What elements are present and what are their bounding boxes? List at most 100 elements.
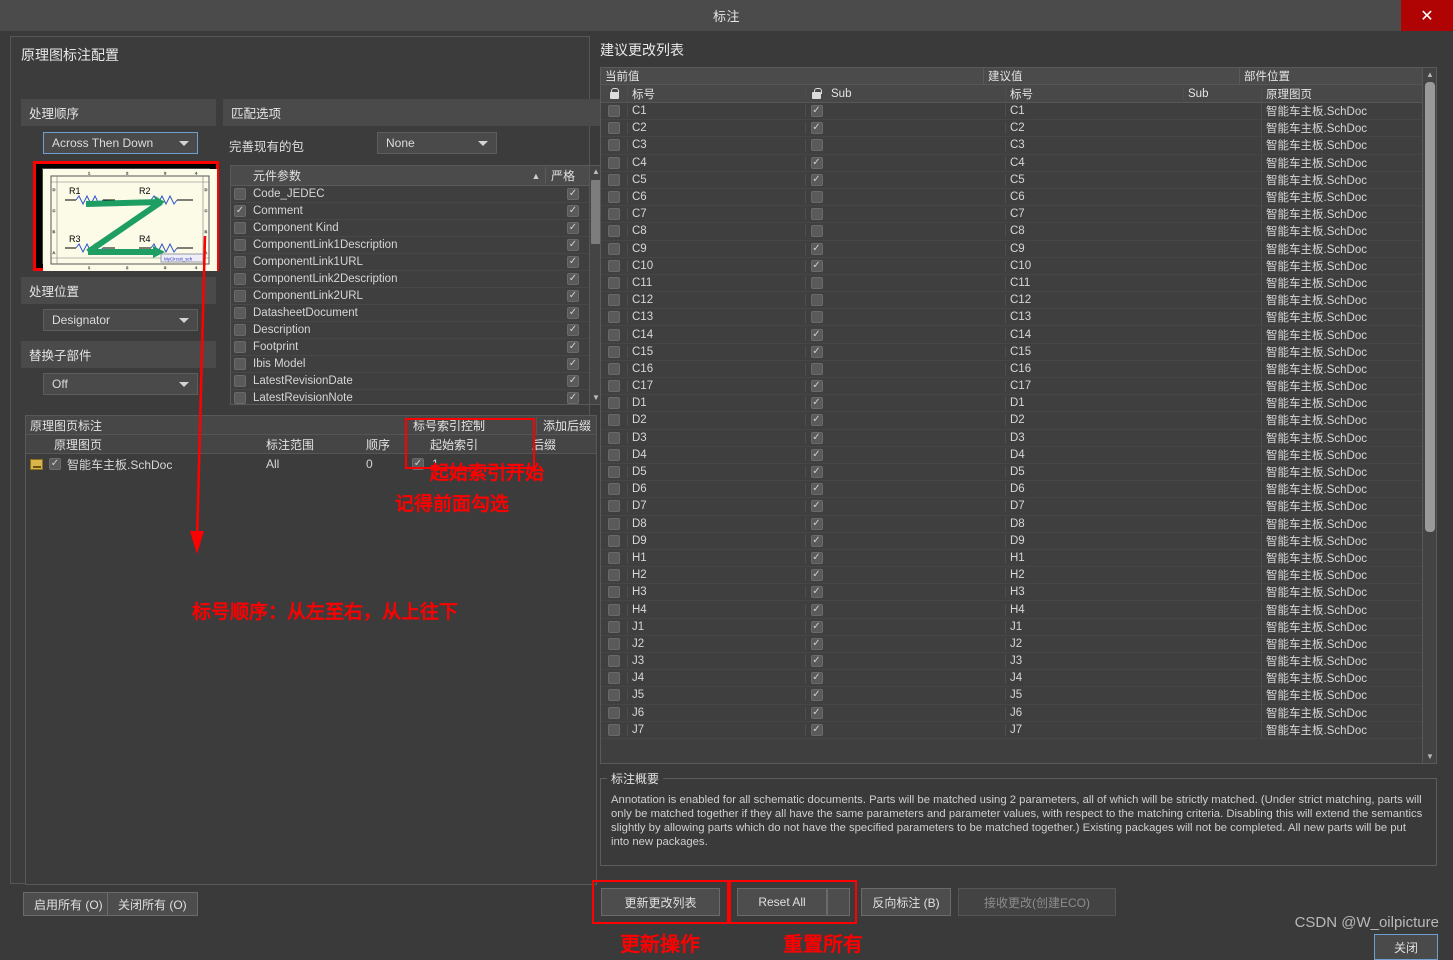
table-row[interactable]: C14 C14 智能车主板.SchDoc — [601, 326, 1436, 344]
checkbox-icon[interactable] — [608, 414, 620, 427]
checkbox-icon[interactable] — [810, 191, 823, 204]
table-row[interactable]: C3 C3 智能车主板.SchDoc — [601, 137, 1436, 155]
checkbox-icon[interactable] — [412, 458, 424, 470]
checkbox-icon[interactable] — [810, 551, 823, 564]
param-enable-cell[interactable] — [231, 392, 249, 404]
checkbox-icon[interactable] — [608, 466, 620, 479]
param-enable-cell[interactable] — [231, 307, 249, 319]
col-header-doc[interactable]: 原理图页 — [26, 436, 266, 453]
scroll-down-icon[interactable]: ▼ — [1423, 750, 1436, 763]
table-row[interactable]: H1 H1 智能车主板.SchDoc — [601, 549, 1436, 568]
col-header-order[interactable]: 顺序 — [366, 436, 406, 453]
param-enable-cell[interactable] — [231, 222, 249, 234]
checkbox-icon[interactable] — [567, 341, 579, 353]
back-annotate-button[interactable]: 反向标注 (B) — [861, 888, 951, 916]
checkbox-icon[interactable] — [608, 362, 620, 375]
table-row[interactable]: C11 C11 智能车主板.SchDoc — [601, 274, 1436, 293]
table-row[interactable]: D6 D6 智能车主板.SchDoc — [601, 481, 1436, 499]
table-row[interactable]: D3 D3 智能车主板.SchDoc — [601, 429, 1436, 447]
checkbox-icon[interactable] — [810, 500, 823, 513]
table-row[interactable]: C1 C1 智能车主板.SchDoc — [601, 103, 1436, 121]
row-sub-lock-cell[interactable] — [805, 603, 827, 616]
table-row[interactable]: C8 C8 智能车主板.SchDoc — [601, 223, 1436, 241]
checkbox-icon[interactable] — [810, 242, 823, 255]
checkbox-icon[interactable] — [567, 392, 579, 404]
checkbox-icon[interactable] — [810, 139, 823, 152]
checkbox-icon[interactable] — [234, 273, 246, 285]
row-sub-lock-cell[interactable] — [805, 173, 827, 186]
row-lock-cell[interactable] — [601, 689, 627, 702]
checkbox-icon[interactable] — [234, 375, 246, 387]
row-lock-cell[interactable] — [601, 620, 627, 633]
checkbox-icon[interactable] — [608, 380, 620, 393]
row-lock-cell[interactable] — [601, 105, 627, 118]
checkbox-icon[interactable] — [810, 483, 823, 496]
row-sub-lock-cell[interactable] — [805, 586, 827, 599]
row-lock-cell[interactable] — [601, 534, 627, 547]
row-lock-cell[interactable] — [601, 156, 627, 169]
checkbox-icon[interactable] — [234, 188, 246, 200]
checkbox-icon[interactable] — [234, 222, 246, 234]
update-change-list-button[interactable]: 更新更改列表 — [601, 888, 720, 916]
table-row[interactable]: Code_JEDEC — [231, 186, 601, 203]
scroll-up-icon[interactable]: ▲ — [1423, 68, 1436, 81]
row-sub-lock-cell[interactable] — [805, 517, 827, 530]
parameter-match-grid[interactable]: 元件参数 ▲ 严格 Code_JEDEC Comment Component Kin… — [230, 165, 602, 405]
checkbox-icon[interactable] — [567, 188, 579, 200]
checkbox-icon[interactable] — [608, 672, 620, 685]
table-row[interactable]: C12 C12 智能车主板.SchDoc — [601, 292, 1436, 310]
checkbox-icon[interactable] — [234, 205, 246, 217]
checkbox-icon[interactable] — [810, 173, 823, 186]
row-sub-lock-cell[interactable] — [805, 569, 827, 582]
checkbox-icon[interactable] — [608, 534, 620, 547]
row-sub-lock-cell[interactable] — [805, 328, 827, 341]
table-row[interactable]: D4 D4 智能车主板.SchDoc — [601, 446, 1436, 464]
row-sub-lock-cell[interactable] — [805, 500, 827, 513]
checkbox-icon[interactable] — [608, 276, 620, 289]
table-row[interactable]: C7 C7 智能车主板.SchDoc — [601, 206, 1436, 224]
param-enable-cell[interactable] — [231, 273, 249, 285]
table-row[interactable]: Component Kind — [231, 220, 601, 237]
checkbox-icon[interactable] — [608, 328, 620, 341]
row-lock-cell[interactable] — [601, 414, 627, 427]
checkbox-icon[interactable] — [810, 380, 823, 393]
param-enable-cell[interactable] — [231, 341, 249, 353]
row-lock-cell[interactable] — [601, 723, 627, 736]
param-enable-cell[interactable] — [231, 358, 249, 370]
table-row[interactable]: C15 C15 智能车主板.SchDoc — [601, 343, 1436, 361]
row-sub-lock-cell[interactable] — [805, 689, 827, 702]
checkbox-icon[interactable] — [810, 466, 823, 479]
checkbox-icon[interactable] — [608, 620, 620, 633]
checkbox-icon[interactable] — [810, 603, 823, 616]
param-enable-cell[interactable] — [231, 324, 249, 336]
checkbox-icon[interactable] — [608, 655, 620, 668]
checkbox-icon[interactable] — [234, 324, 246, 336]
param-enable-cell[interactable] — [231, 188, 249, 200]
row-sub-lock-cell[interactable] — [805, 105, 827, 118]
checkbox-icon[interactable] — [810, 414, 823, 427]
checkbox-icon[interactable] — [810, 517, 823, 530]
table-row[interactable]: Footprint — [231, 339, 601, 356]
table-row[interactable]: D2 D2 智能车主板.SchDoc — [601, 412, 1436, 430]
row-sub-lock-cell[interactable] — [805, 637, 827, 650]
table-row[interactable]: ComponentLink2Description — [231, 271, 601, 288]
row-sub-lock-cell[interactable] — [805, 448, 827, 461]
col-header-sub[interactable]: Sub — [827, 88, 1005, 100]
checkbox-icon[interactable] — [810, 328, 823, 341]
table-row[interactable]: ComponentLink1URL — [231, 254, 601, 271]
col-header-scope[interactable]: 标注范围 — [266, 436, 366, 453]
checkbox-icon[interactable] — [608, 483, 620, 496]
row-lock-cell[interactable] — [601, 276, 627, 289]
checkbox-icon[interactable] — [810, 689, 823, 702]
checkbox-icon[interactable] — [810, 259, 823, 272]
table-row[interactable]: C10 C10 智能车主板.SchDoc — [601, 257, 1436, 275]
row-lock-cell[interactable] — [601, 294, 627, 307]
checkbox-icon[interactable] — [234, 358, 246, 370]
row-lock-cell[interactable] — [601, 448, 627, 461]
col-header-sub-lock-icon[interactable] — [805, 88, 827, 99]
checkbox-icon[interactable] — [810, 620, 823, 633]
table-row[interactable]: J7 J7 智能车主板.SchDoc — [601, 721, 1436, 739]
table-row[interactable]: C16 C16 智能车主板.SchDoc — [601, 360, 1436, 378]
checkbox-icon[interactable] — [234, 256, 246, 268]
table-row[interactable]: ComponentLink2URL — [231, 288, 601, 305]
